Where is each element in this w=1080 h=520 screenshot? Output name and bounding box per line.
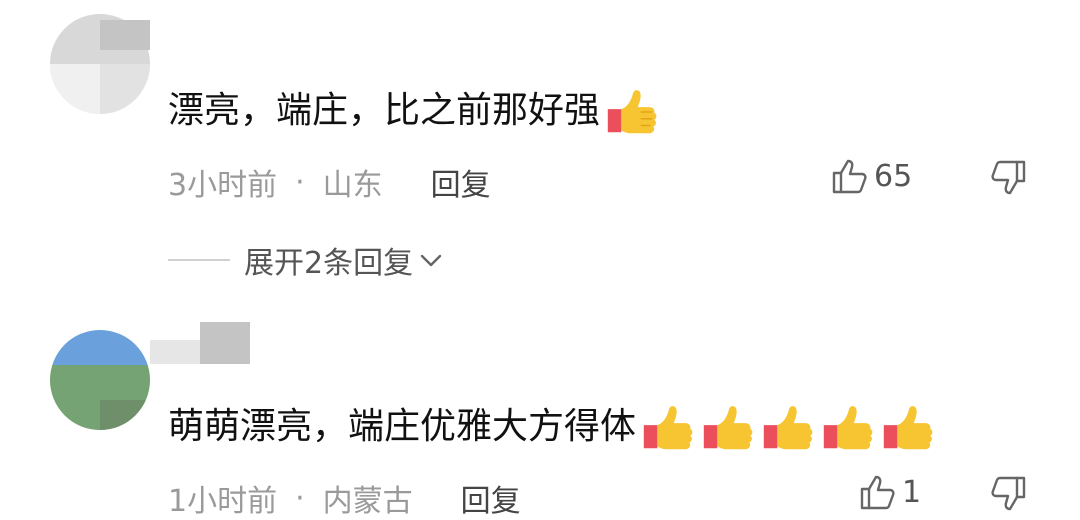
- thumbs-down-outline-icon: [991, 476, 1026, 511]
- timestamp: 3小时前: [168, 168, 278, 203]
- like-count: 1: [902, 474, 922, 510]
- comment-meta: 3小时前 · 山东 回复: [168, 160, 491, 204]
- like-count: 65: [874, 158, 913, 194]
- avatar[interactable]: [50, 330, 150, 430]
- comment-body: 漂亮，端庄，比之前那好强: [168, 90, 601, 131]
- thumbs-up-icon: [698, 398, 756, 456]
- chevron-down-icon: [420, 254, 442, 267]
- comment-body: 萌萌漂亮，端庄优雅大方得体: [168, 406, 637, 447]
- reply-button[interactable]: 回复: [461, 476, 521, 520]
- like-button[interactable]: 65: [830, 156, 912, 196]
- thumbs-down-outline-icon: [991, 160, 1026, 195]
- comment-text: 漂亮，端庄，比之前那好强: [168, 82, 660, 140]
- thumbs-up-icon: [758, 398, 816, 456]
- comment-text: 萌萌漂亮，端庄优雅大方得体: [168, 398, 936, 456]
- thumbs-up-icon: [602, 82, 660, 140]
- thumbs-up-outline-icon: [860, 475, 895, 510]
- location: 内蒙古: [322, 484, 413, 519]
- timestamp: 1小时前: [168, 484, 278, 519]
- reply-button[interactable]: 回复: [431, 160, 491, 204]
- thumbs-up-icon: [638, 398, 696, 456]
- location: 山东: [322, 168, 383, 203]
- separator-dot: ·: [295, 480, 305, 516]
- separator-dot: ·: [295, 164, 305, 200]
- thumbs-up-icon: [878, 398, 936, 456]
- dislike-button[interactable]: [988, 158, 1028, 198]
- dislike-button[interactable]: [988, 474, 1028, 514]
- comment-meta: 1小时前 · 内蒙古 回复: [168, 476, 521, 520]
- thumbs-up-icon: [818, 398, 876, 456]
- like-button[interactable]: 1: [858, 472, 921, 512]
- expand-replies-button[interactable]: 展开2条回复: [168, 238, 445, 282]
- thumbs-up-outline-icon: [832, 159, 867, 194]
- divider-line: [168, 259, 230, 261]
- expand-replies-label: 展开2条回复: [244, 246, 414, 281]
